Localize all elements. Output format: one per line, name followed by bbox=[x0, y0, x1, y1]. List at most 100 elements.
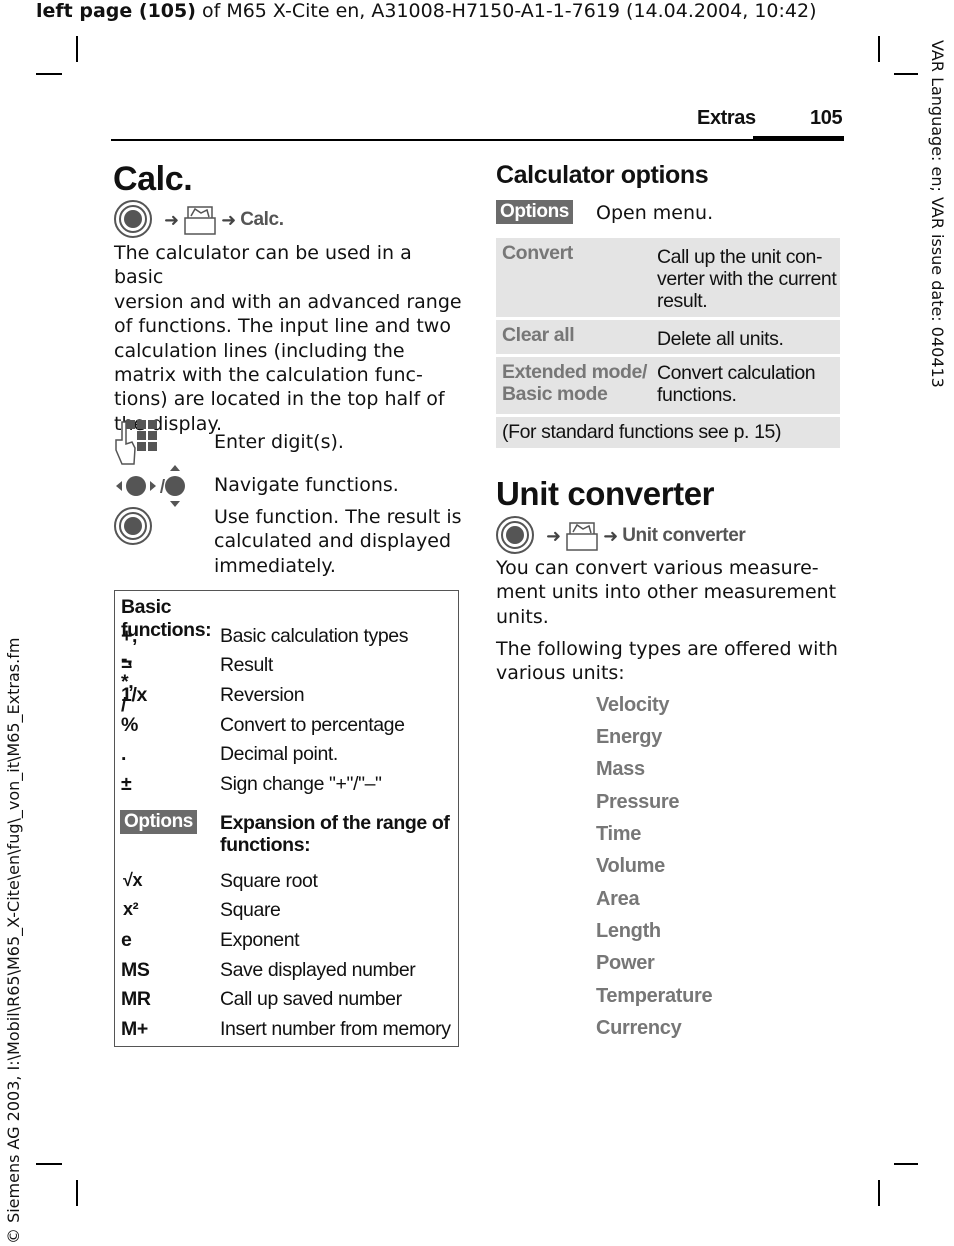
center-key-icon bbox=[114, 200, 152, 238]
unit-type: Power bbox=[596, 952, 655, 974]
option-name: Convert bbox=[502, 242, 573, 264]
text-line: various units: bbox=[496, 662, 625, 685]
text-line: verter with the current bbox=[657, 268, 837, 290]
open-menu-text: Open menu. bbox=[596, 202, 714, 224]
side-note-left: © Siemens AG 2003, I:\Mobil\R65\M65_X-Ci… bbox=[4, 637, 23, 1244]
navigation-key-icon bbox=[116, 465, 185, 507]
unit-type: Pressure bbox=[596, 791, 680, 813]
function-desc: Basic calculation types bbox=[220, 625, 409, 647]
text-line: Delete all units. bbox=[657, 328, 784, 350]
function-key: MR bbox=[121, 988, 151, 1010]
function-desc: Save displayed number bbox=[220, 959, 416, 981]
text-line: ment units into other measurement bbox=[496, 581, 837, 604]
extras-menu-icon bbox=[566, 522, 598, 551]
option-name: Basic mode bbox=[502, 383, 608, 405]
function-key: √x bbox=[123, 870, 143, 890]
options-softkey: Options bbox=[120, 810, 197, 834]
text-line: The calculator can be used in a basic bbox=[114, 242, 412, 289]
function-key: = bbox=[121, 654, 132, 676]
unit-type: Mass bbox=[596, 758, 645, 780]
calc-intro: The calculator can be used in a basic ve… bbox=[114, 241, 464, 436]
function-desc: Reversion bbox=[220, 684, 305, 706]
text-line: Convert calculation bbox=[657, 362, 816, 384]
function-desc: Exponent bbox=[220, 929, 300, 951]
calc-options-title: Calculator options bbox=[496, 161, 709, 189]
function-desc: Convert to percentage bbox=[220, 714, 405, 736]
text-line: immediately. bbox=[214, 554, 336, 577]
text-line: functions. bbox=[657, 384, 737, 406]
option-row: Clear all Delete all units. bbox=[496, 320, 840, 354]
key-text: Navigate functions. bbox=[214, 474, 399, 496]
unit-type: Temperature bbox=[596, 985, 713, 1007]
unit-converter-title: Unit converter bbox=[496, 475, 715, 512]
header-rule-accent bbox=[753, 136, 844, 141]
arrow-icon: ➜ bbox=[546, 525, 562, 547]
arrow-icon: ➜ bbox=[164, 209, 180, 231]
unit-para-1: You can convert various measure- ment un… bbox=[496, 556, 836, 629]
unit-type: Time bbox=[596, 823, 642, 845]
unit-type: Area bbox=[596, 888, 640, 910]
function-desc: Sign change "+"/"–" bbox=[220, 773, 382, 795]
crop-mark bbox=[76, 36, 78, 62]
text-line: of functions. The input line and two bbox=[114, 315, 451, 338]
text-line: Call up the unit con- bbox=[657, 246, 823, 268]
function-key: . bbox=[121, 743, 127, 765]
text-line: The following types are offered with bbox=[496, 638, 838, 660]
text-line: units. bbox=[496, 605, 549, 628]
keypad-icon bbox=[115, 420, 157, 465]
text-line: functions: bbox=[220, 834, 311, 856]
unit-type: Currency bbox=[596, 1017, 682, 1039]
unit-para-2: The following types are offered with var… bbox=[496, 637, 838, 686]
option-name: Clear all bbox=[502, 324, 575, 346]
text-line: version and with an advanced range bbox=[114, 290, 462, 313]
calc-title: Calc. bbox=[113, 160, 193, 198]
function-desc: Square root bbox=[220, 870, 318, 892]
running-head-page: 105 bbox=[810, 107, 843, 129]
center-key-icon bbox=[114, 507, 152, 545]
function-desc: Call up saved number bbox=[220, 988, 402, 1010]
running-head-section: Extras bbox=[697, 107, 756, 129]
unit-type: Velocity bbox=[596, 694, 670, 716]
text-line: tions) are located in the top half of bbox=[114, 388, 445, 411]
crop-mark bbox=[894, 1163, 918, 1165]
function-key: % bbox=[121, 714, 138, 736]
calc-menu-path: ➜ ➜ Calc. bbox=[114, 200, 284, 240]
path-label: Unit converter bbox=[622, 525, 746, 546]
text-line: matrix with the calculation func- bbox=[114, 364, 423, 387]
extras-menu-icon bbox=[184, 206, 216, 235]
path-label: Calc. bbox=[240, 209, 284, 230]
arrow-icon: ➜ bbox=[603, 525, 619, 547]
function-key: 1/x bbox=[121, 684, 147, 706]
crop-mark bbox=[36, 1163, 62, 1165]
crop-mark bbox=[878, 36, 880, 62]
arrow-icon: ➜ bbox=[221, 209, 237, 231]
option-row: Extended mode/Basic mode Convert calcula… bbox=[496, 357, 840, 414]
option-row: Convert Call up the unit con-verter with… bbox=[496, 238, 840, 317]
crop-mark bbox=[76, 1180, 78, 1206]
key-text: Enter digit(s). bbox=[214, 431, 344, 453]
option-name: Extended mode/ bbox=[502, 361, 648, 383]
footnote-text: (For standard functions see p. 15) bbox=[502, 421, 782, 443]
text-line: calculated and displayed bbox=[214, 530, 452, 553]
option-footnote: (For standard functions see p. 15) bbox=[496, 417, 840, 448]
header-prefix: left page (105) bbox=[36, 0, 196, 22]
options-softkey: Options bbox=[496, 200, 573, 224]
header-rule bbox=[111, 139, 844, 141]
print-header: left page (105) of M65 X-Cite en, A31008… bbox=[36, 0, 816, 22]
functions-table: Basic functions: +, -, *, / Basic calcula… bbox=[114, 590, 459, 1047]
text-line: You can convert various measure- bbox=[496, 557, 819, 579]
header-rest: of M65 X-Cite en, A31008-H7150-A1-1-7619… bbox=[195, 0, 817, 22]
unit-type: Energy bbox=[596, 726, 663, 748]
text-line: Expansion of the range of bbox=[220, 812, 450, 834]
unit-type: Length bbox=[596, 920, 661, 942]
function-desc: Result bbox=[220, 654, 273, 676]
function-key: x² bbox=[123, 899, 139, 919]
unit-converter-menu-path: ➜ ➜ Unit converter bbox=[496, 516, 746, 556]
crop-mark bbox=[878, 1180, 880, 1206]
function-key: e bbox=[121, 929, 132, 951]
function-desc: Decimal point. bbox=[220, 743, 338, 765]
key-text: Use function. The result is calculated a… bbox=[214, 505, 462, 578]
function-key: M+ bbox=[121, 1018, 148, 1040]
crop-mark bbox=[894, 73, 918, 75]
crop-mark bbox=[36, 73, 62, 75]
